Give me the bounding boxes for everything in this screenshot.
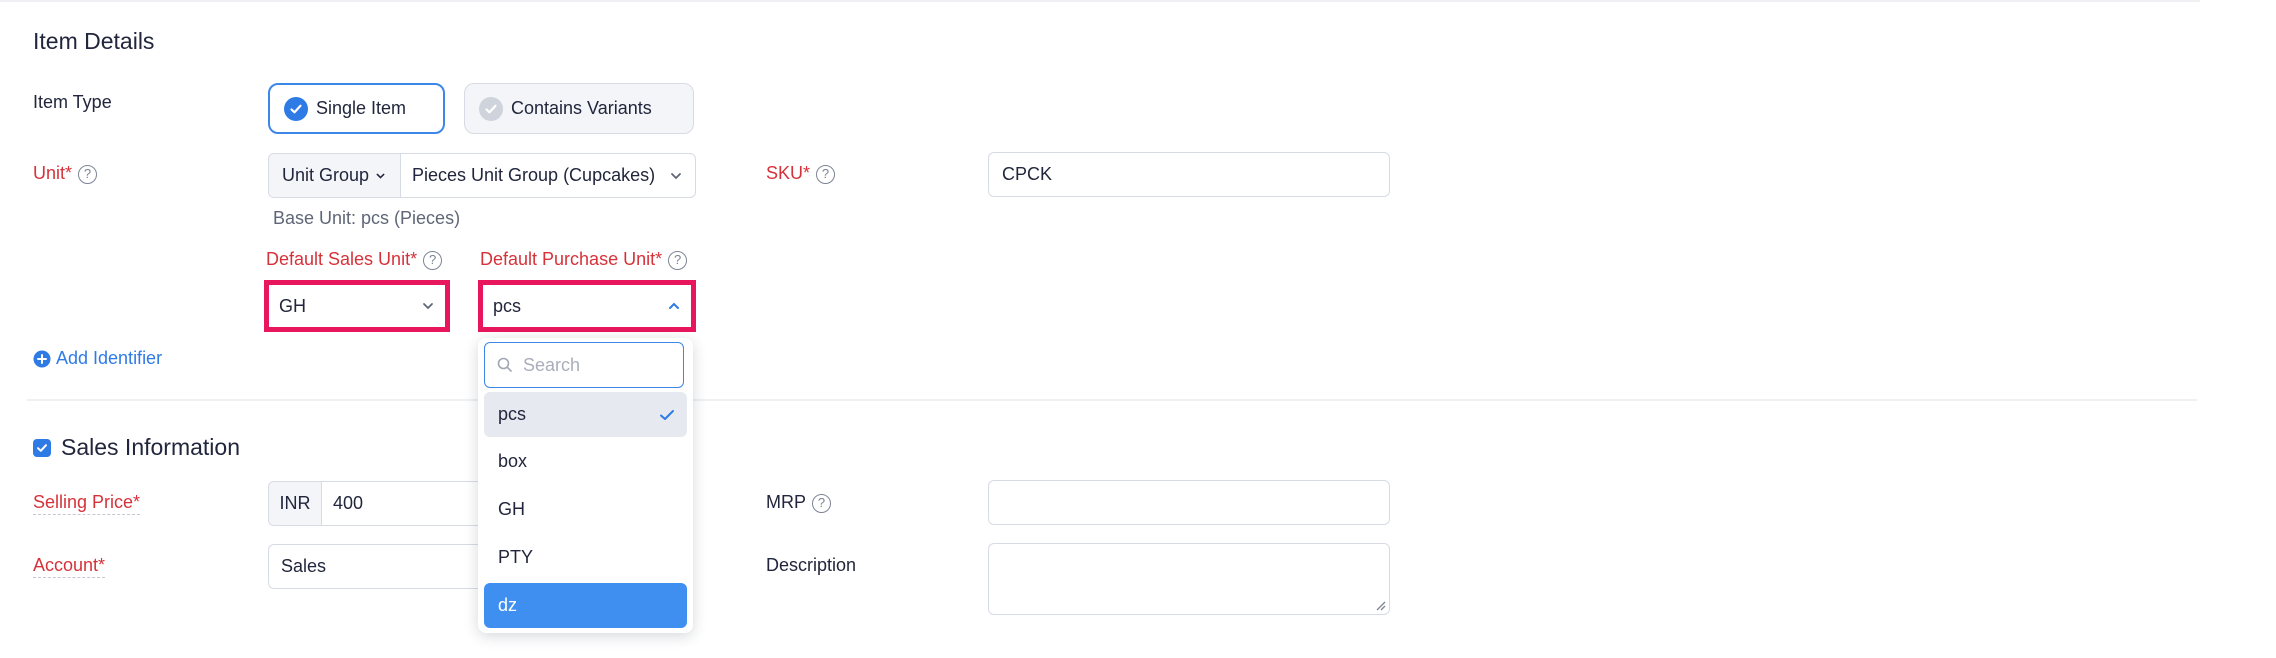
default-sales-unit-label-text: Default Sales Unit*	[266, 249, 418, 269]
dropdown-option-pty[interactable]: PTY	[484, 535, 687, 580]
search-icon	[497, 357, 512, 372]
dropdown-option-gh[interactable]: GH	[484, 487, 687, 532]
option-label: pcs	[498, 404, 527, 424]
default-purchase-unit-value: pcs	[493, 295, 522, 316]
default-purchase-unit-select[interactable]: pcs	[478, 280, 696, 332]
account-label-text: Account*	[33, 555, 106, 578]
chevron-down-icon	[423, 303, 433, 310]
add-identifier-link[interactable]: Add Identifier	[33, 348, 162, 369]
dropdown-option-box[interactable]: box	[484, 439, 687, 484]
dropdown-search-input[interactable]: Search	[484, 342, 684, 388]
currency-addon: INR	[269, 482, 322, 525]
check-circle-icon	[284, 96, 308, 121]
section-title-sales-information: Sales Information	[61, 434, 240, 460]
option-label: GH	[498, 499, 525, 519]
account-label: Account*	[33, 555, 106, 578]
dropdown-option-dz[interactable]: dz	[484, 583, 687, 628]
selling-price-input[interactable]: 400	[322, 482, 483, 525]
selling-price-label: Selling Price*	[33, 492, 141, 515]
contains-variants-label: Contains Variants	[511, 98, 652, 118]
sku-input[interactable]: CPCK	[988, 152, 1390, 197]
default-sales-unit-value: GH	[279, 295, 306, 316]
selling-price-value: 400	[333, 493, 364, 513]
chevron-down-icon	[376, 173, 385, 179]
contains-variants-option[interactable]: Contains Variants	[464, 83, 694, 134]
top-divider	[0, 0, 2200, 2]
default-sales-unit-select[interactable]: GH	[264, 280, 450, 332]
help-icon[interactable]: ?	[816, 164, 836, 184]
help-icon[interactable]: ?	[668, 250, 688, 270]
selling-price-field: INR 400	[268, 481, 483, 526]
unit-group-select[interactable]: Pieces Unit Group (Cupcakes)	[401, 165, 695, 186]
resize-handle-icon[interactable]	[1374, 599, 1386, 611]
item-type-label: Item Type	[33, 92, 112, 112]
section-title-item-details: Item Details	[33, 28, 155, 54]
unit-group-button-label: Unit Group	[282, 165, 370, 185]
unit-group-field: Unit Group Pieces Unit Group (Cupcakes)	[268, 153, 696, 198]
purchase-unit-dropdown: Search pcs box GH PTY dz	[478, 338, 693, 633]
search-placeholder: Search	[523, 354, 581, 375]
check-icon	[37, 443, 47, 452]
help-icon[interactable]: ?	[423, 250, 443, 270]
single-item-option[interactable]: Single Item	[268, 83, 445, 134]
default-sales-unit-label: Default Sales Unit*?	[266, 249, 443, 270]
default-purchase-unit-label-text: Default Purchase Unit*	[480, 249, 663, 269]
help-icon[interactable]: ?	[812, 493, 831, 513]
mrp-input[interactable]	[988, 480, 1390, 525]
currency-code: INR	[279, 493, 311, 513]
sales-information-header: Sales Information	[33, 434, 240, 461]
selling-price-label-text: Selling Price*	[33, 492, 141, 515]
sku-label-text: SKU*	[766, 163, 811, 183]
chevron-down-icon	[671, 172, 681, 179]
mrp-label-text: MRP	[766, 492, 806, 512]
base-unit-text: Base Unit: pcs (Pieces)	[273, 208, 461, 228]
check-icon	[660, 409, 674, 420]
account-value: Sales	[281, 556, 327, 576]
help-icon[interactable]: ?	[78, 164, 98, 184]
description-label: Description	[766, 555, 857, 575]
option-label: dz	[498, 595, 518, 615]
unit-group-button[interactable]: Unit Group	[269, 154, 401, 197]
single-item-label: Single Item	[316, 98, 407, 118]
account-select[interactable]: Sales	[268, 544, 483, 589]
dropdown-option-pcs[interactable]: pcs	[484, 392, 687, 437]
mrp-label: MRP?	[766, 492, 831, 513]
sales-information-checkbox[interactable]	[33, 438, 51, 457]
unit-label-text: Unit*	[33, 163, 73, 183]
sku-value: CPCK	[1002, 164, 1053, 184]
option-label: box	[498, 451, 528, 471]
default-purchase-unit-label: Default Purchase Unit*?	[480, 249, 688, 270]
add-identifier-label: Add Identifier	[56, 348, 163, 368]
description-textarea[interactable]	[988, 543, 1390, 615]
chevron-up-icon	[669, 302, 679, 309]
plus-circle-icon	[33, 350, 51, 367]
unit-label: Unit*?	[33, 163, 98, 184]
option-label: PTY	[498, 547, 534, 567]
unit-group-value: Pieces Unit Group (Cupcakes)	[412, 165, 656, 185]
check-circle-icon	[479, 96, 503, 121]
section-divider	[27, 399, 2197, 401]
sku-label: SKU*?	[766, 163, 836, 184]
